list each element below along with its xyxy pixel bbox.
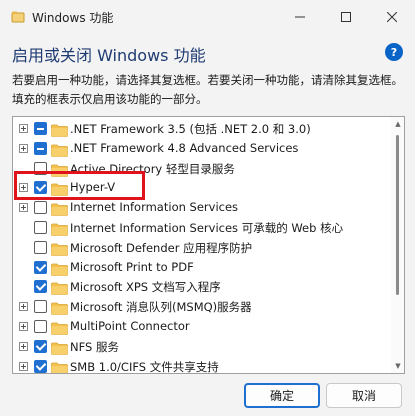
hyper-v-highlight-box: [14, 171, 145, 200]
feature-checkbox[interactable]: [34, 201, 47, 215]
expand-icon[interactable]: [19, 143, 28, 153]
scroll-up-icon[interactable]: ▲: [394, 120, 402, 128]
help-icon[interactable]: ?: [385, 43, 403, 61]
feature-label: Microsoft XPS 文档写入程序: [70, 280, 221, 295]
window-title: Windows 功能: [32, 11, 114, 25]
feature-checkbox[interactable]: [34, 359, 47, 373]
folder-icon: [51, 201, 68, 217]
vertical-scrollbar[interactable]: ▲ ▼: [391, 117, 404, 373]
feature-row[interactable]: Microsoft Defender 应用程序防护: [13, 238, 391, 258]
maximize-button[interactable]: [323, 0, 369, 34]
feature-label: Internet Information Services: [70, 200, 239, 215]
folder-icon: [51, 320, 68, 335]
expand-icon[interactable]: [19, 203, 28, 213]
feature-row[interactable]: Microsoft Print to PDF: [13, 258, 391, 278]
feature-row[interactable]: NFS 服务: [13, 337, 391, 357]
feature-checkbox[interactable]: [34, 122, 47, 135]
feature-label: .NET Framework 3.5 (包括 .NET 2.0 和 3.0): [70, 122, 311, 136]
scrollbar-thumb[interactable]: [396, 135, 399, 295]
feature-label: .NET Framework 4.8 Advanced Services: [70, 140, 299, 155]
folder-icon: [51, 221, 68, 236]
expand-icon[interactable]: [19, 322, 28, 331]
feature-row[interactable]: Internet Information Services 可承载的 Web 核…: [13, 218, 391, 238]
expand-icon[interactable]: [19, 302, 28, 312]
feature-checkbox[interactable]: [34, 221, 47, 234]
maximize-icon: [341, 12, 351, 22]
close-icon: [387, 12, 397, 22]
folder-icon: [51, 340, 68, 355]
feature-checkbox[interactable]: [34, 280, 47, 294]
feature-row[interactable]: Microsoft XPS 文档写入程序: [13, 277, 391, 297]
feature-label: Microsoft Defender 应用程序防护: [70, 240, 253, 255]
folder-icon: [51, 142, 68, 157]
feature-checkbox[interactable]: [34, 141, 47, 155]
feature-label: SMB 1.0/CIFS 文件共享支持: [70, 359, 219, 374]
feature-label: MultiPoint Connector: [70, 319, 190, 333]
cancel-button[interactable]: 取消: [326, 383, 402, 408]
folder-icon: [51, 261, 68, 276]
windows-features-icon: [11, 11, 25, 23]
folder-icon: [51, 122, 68, 137]
title-bar: Windows 功能: [0, 0, 415, 34]
folder-icon: [51, 360, 68, 373]
feature-checkbox[interactable]: [34, 260, 47, 274]
minimize-button[interactable]: [277, 0, 323, 34]
feature-checkbox[interactable]: [34, 240, 47, 254]
folder-icon: [51, 241, 68, 256]
folder-icon: [51, 280, 68, 296]
feature-label: Internet Information Services 可承载的 Web 核…: [70, 221, 344, 235]
scroll-down-icon[interactable]: ▼: [394, 362, 402, 370]
page-heading: 启用或关闭 Windows 功能: [12, 46, 206, 65]
feature-checkbox[interactable]: [34, 300, 47, 314]
ok-button[interactable]: 确定: [244, 383, 320, 408]
description-text: 若要启用一种功能，请选择其复选框。若要关闭一种功能，请清除其复选框。填充的框表示…: [12, 73, 403, 106]
feature-checkbox[interactable]: [34, 339, 47, 353]
feature-label: Microsoft 消息队列(MSMQ)服务器: [70, 300, 252, 315]
expand-icon[interactable]: [19, 341, 28, 351]
folder-icon: [51, 300, 68, 316]
close-button[interactable]: [369, 0, 415, 34]
minimize-icon: [295, 16, 305, 18]
feature-label: NFS 服务: [70, 339, 119, 354]
feature-row[interactable]: .NET Framework 3.5 (包括 .NET 2.0 和 3.0): [13, 119, 391, 139]
feature-checkbox[interactable]: [34, 320, 47, 333]
feature-label: Microsoft Print to PDF: [70, 259, 194, 274]
feature-row[interactable]: .NET Framework 4.8 Advanced Services: [13, 139, 391, 159]
features-tree[interactable]: .NET Framework 3.5 (包括 .NET 2.0 和 3.0) .N…: [12, 116, 405, 374]
feature-row[interactable]: MultiPoint Connector: [13, 317, 391, 337]
feature-row[interactable]: Microsoft 消息队列(MSMQ)服务器: [13, 297, 391, 317]
feature-row[interactable]: SMB 1.0/CIFS 文件共享支持: [13, 357, 391, 374]
feature-row[interactable]: Internet Information Services: [13, 198, 391, 218]
expand-icon[interactable]: [19, 361, 28, 371]
expand-icon[interactable]: [19, 124, 28, 133]
